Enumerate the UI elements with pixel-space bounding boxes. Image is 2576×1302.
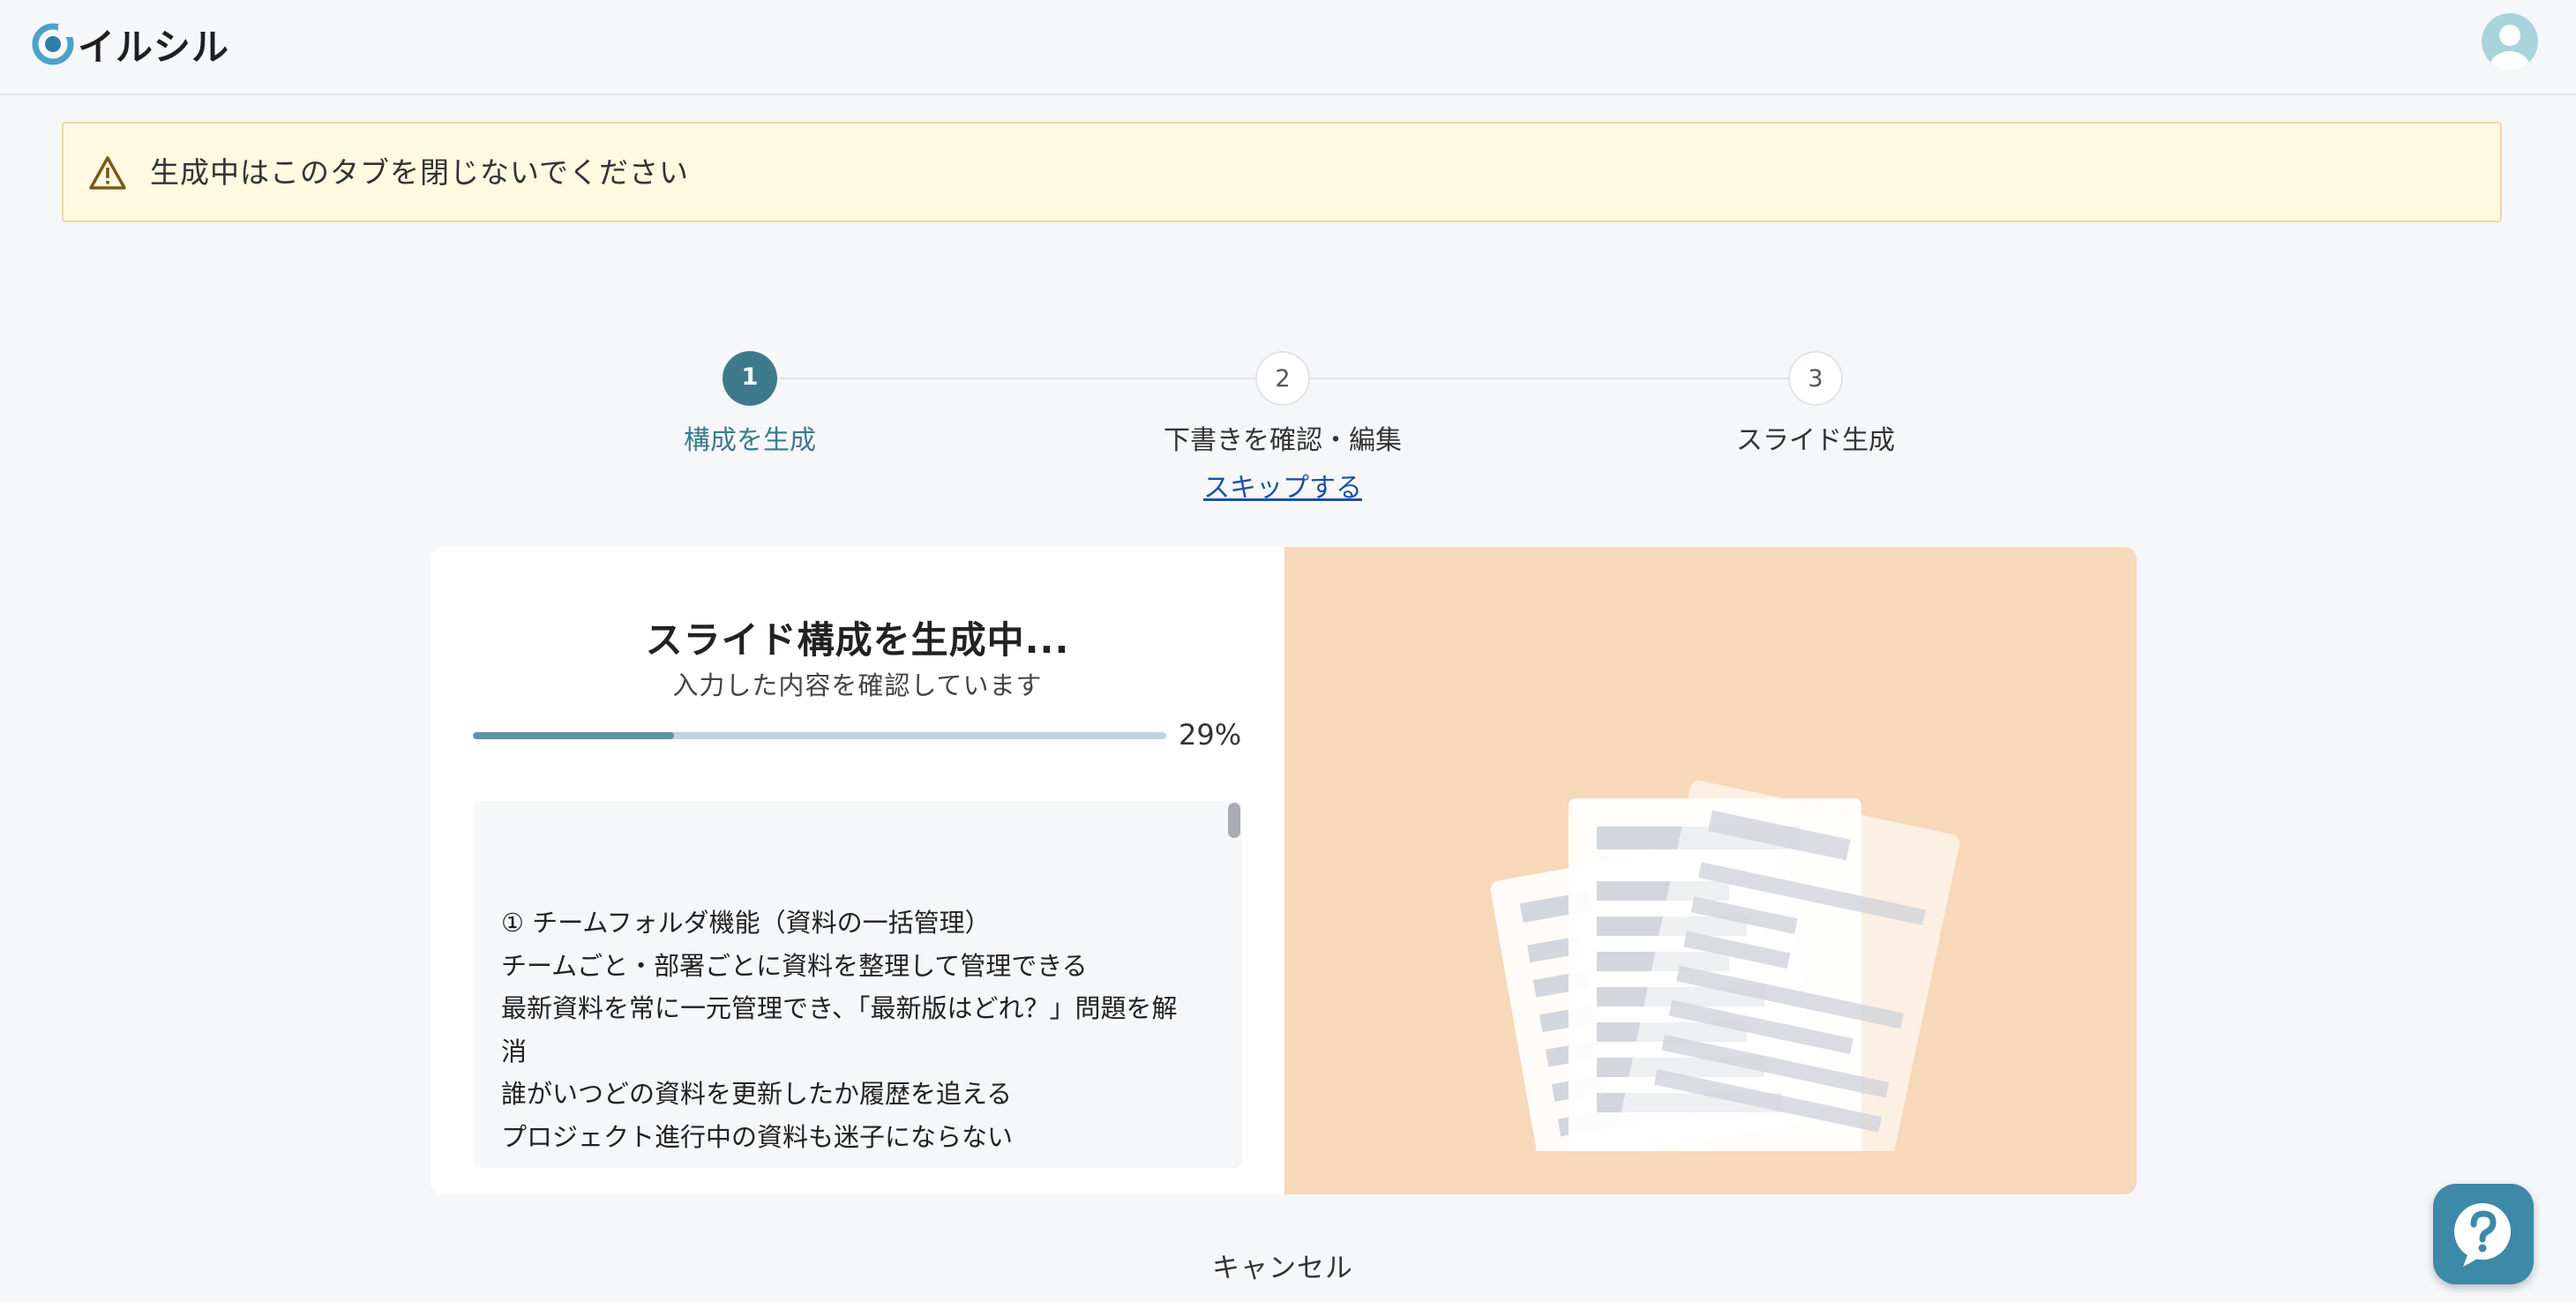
log-line: 誰がいつどの資料を更新したか履歴を追える [501,1079,1013,1109]
step-2-label: 下書きを確認・編集 [1164,425,1402,456]
help-button[interactable] [2433,1184,2534,1284]
step-1-indicator: 1 [723,351,777,406]
step-2-indicator: 2 [1255,351,1310,406]
log-scrollbar[interactable] [1228,803,1240,838]
progress-bar [473,732,1166,739]
log-line: チームごと・部署ごとに資料を整理して管理できる [501,950,1088,981]
generation-status-panel: スライド構成を生成中... 入力した内容を確認しています 29% ① チームフォ… [431,547,1284,1194]
step-1-label: 構成を生成 [684,425,816,456]
log-line: 最新資料を常に一元管理でき、「最新版はどれ？」問題を解 [501,993,1178,1023]
progress-percent: 29% [1179,718,1242,752]
log-lines: ① チームフォルダ機能（資料の一括管理） チームごと・部署ごとに資料を整理して管… [501,902,1207,1158]
warning-text: 生成中はこのタブを閉じないでください [150,155,690,190]
generation-card: スライド構成を生成中... 入力した内容を確認しています 29% ① チームフォ… [431,547,2137,1194]
app-header: イルシル [0,0,2576,95]
brand-name: イルシル [78,25,230,69]
brand-logo[interactable]: イルシル [32,19,229,69]
help-question-icon [2454,1203,2511,1267]
illsill-logo-icon [32,23,74,65]
generation-title: スライド構成を生成中... [645,618,1070,662]
documents-illustration-icon [1490,780,1960,1151]
illustration-panel [1284,547,2137,1194]
skip-link[interactable]: スキップする [1106,466,1459,505]
cancel-button[interactable]: キャンセル [1106,1246,1459,1285]
step-3-label: スライド生成 [1736,425,1895,456]
step-connector [776,378,1283,379]
generation-log[interactable]: ① チームフォルダ機能（資料の一括管理） チームごと・部署ごとに資料を整理して管… [473,801,1242,1168]
log-line: ① チームフォルダ機能（資料の一括管理） [501,908,991,938]
step-connector [1309,378,1789,379]
generation-subtitle: 入力した内容を確認しています [672,670,1043,700]
step-3-indicator: 3 [1788,351,1843,406]
user-avatar-icon[interactable] [2481,12,2539,71]
log-line: プロジェクト進行中の資料も迷子にならない [501,1121,1014,1152]
warning-triangle-icon [89,156,126,190]
log-line: 消 [501,1036,528,1066]
progress-bar-fill [473,732,674,739]
warning-banner: 生成中はこのタブを閉じないでください [62,122,2502,222]
